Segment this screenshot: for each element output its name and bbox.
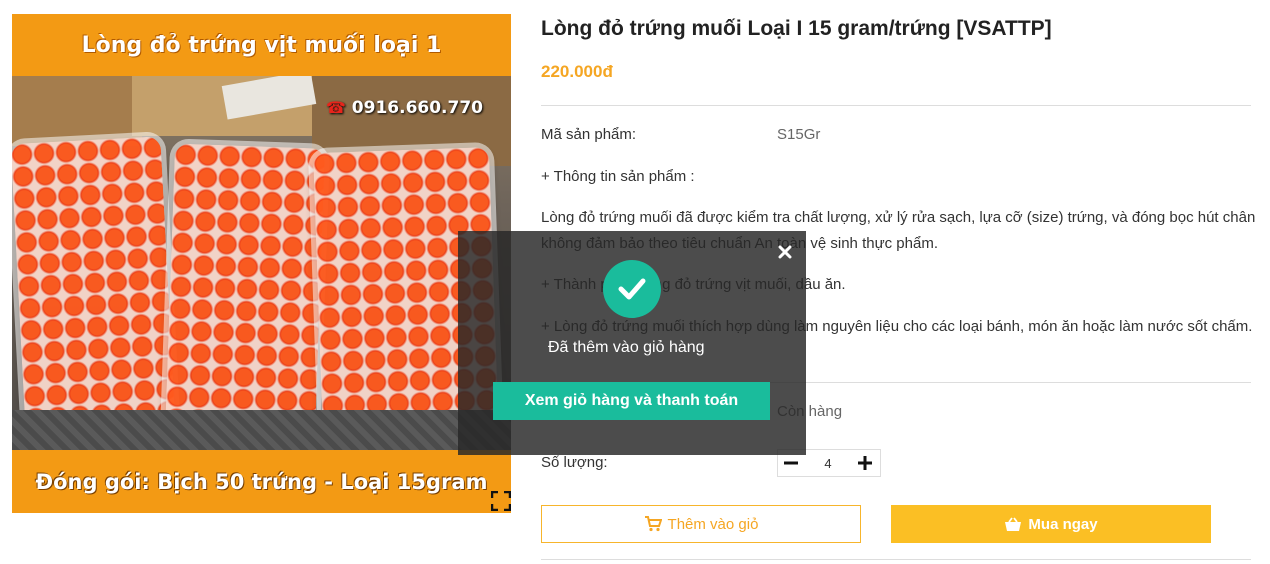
sku-value: S15Gr: [777, 126, 821, 143]
image-hotline: ☎ 0916.660.770: [326, 98, 483, 118]
checkmark-icon: [603, 260, 661, 318]
added-to-cart-modal: Đã thêm vào giỏ hàng Xem giỏ hàng và tha…: [458, 231, 806, 455]
modal-message: Đã thêm vào giỏ hàng: [548, 339, 705, 356]
egg-yolk-pack: [164, 143, 326, 439]
phone-icon: ☎: [325, 98, 346, 117]
floor: [12, 410, 511, 450]
quantity-input[interactable]: [804, 451, 852, 475]
hotline-number: 0916.660.770: [351, 98, 483, 118]
add-to-cart-button[interactable]: Thêm vào giỏ: [541, 505, 861, 543]
basket-icon: [1004, 516, 1022, 532]
info-heading: + Thông tin sản phẩm :: [541, 168, 695, 185]
close-icon[interactable]: [775, 242, 795, 262]
buy-now-button[interactable]: Mua ngay: [891, 505, 1211, 543]
quantity-label: Số lượng:: [541, 454, 608, 471]
increase-quantity-button[interactable]: [852, 450, 878, 476]
egg-yolk-pack: [12, 136, 176, 434]
product-image[interactable]: Lòng đỏ trứng vịt muối loại 1 ☎ 0916.660.…: [12, 14, 511, 513]
image-banner-bottom: Đóng gói: Bịch 50 trứng - Loại 15gram: [12, 450, 511, 513]
minus-icon: [784, 461, 798, 465]
fullscreen-icon[interactable]: [490, 490, 511, 512]
plus-icon: [858, 456, 872, 470]
buy-now-label: Mua ngay: [1028, 515, 1098, 533]
divider: [541, 105, 1251, 106]
cardboard-box: [12, 76, 142, 146]
sku-label: Mã sản phẩm:: [541, 126, 637, 143]
image-banner-top: Lòng đỏ trứng vịt muối loại 1: [12, 14, 511, 76]
product-photo: ☎ 0916.660.770: [12, 76, 511, 450]
product-title: Lòng đỏ trứng muối Loại I 15 gram/trứng …: [541, 17, 1052, 40]
cart-icon: [644, 516, 662, 532]
add-to-cart-label: Thêm vào giỏ: [667, 515, 759, 533]
product-price: 220.000đ: [541, 62, 613, 81]
view-cart-checkout-button[interactable]: Xem giỏ hàng và thanh toán: [493, 382, 770, 420]
divider: [541, 559, 1251, 560]
